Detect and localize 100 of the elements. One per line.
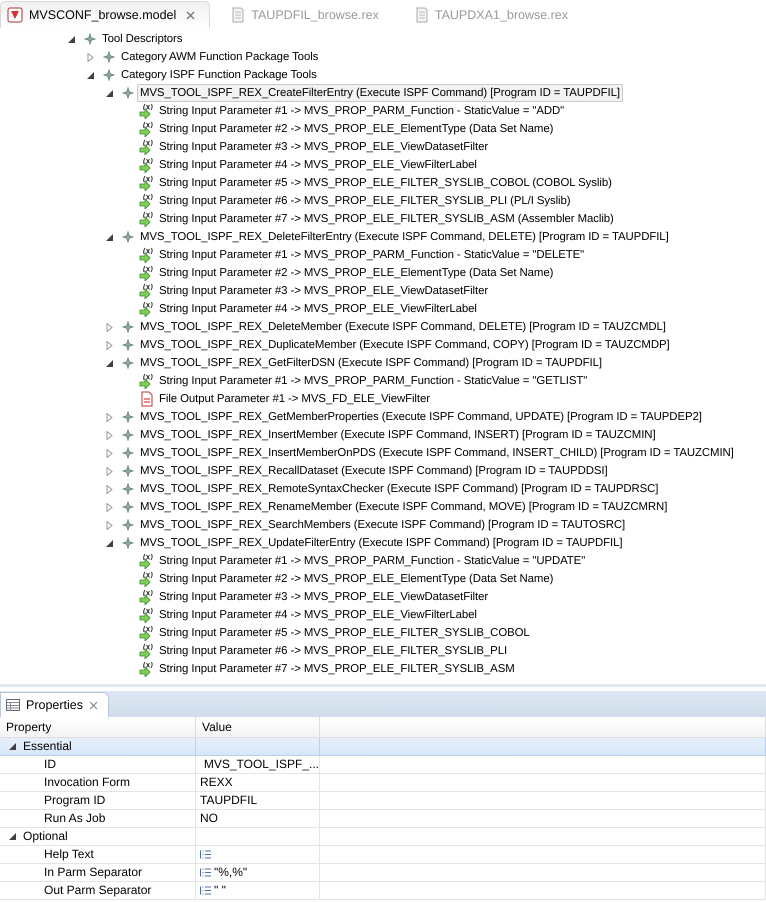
expand-arrow-icon[interactable] [104,340,114,350]
property-name: Out Parm Separator [44,882,152,899]
variable-arrow-icon [138,121,154,137]
diamond-icon [122,447,134,459]
collapse-arrow-icon[interactable] [8,832,17,841]
variable-arrow-icon [138,643,154,659]
diamond-icon [122,465,134,477]
collapse-arrow-icon[interactable] [104,358,114,368]
tree-item[interactable]: MVS_TOOL_ISPF_REX_DuplicateMember (Execute ISPF Command, COPY) [Program ID = TAUZCMDP] [137,336,673,354]
tree-item[interactable]: MVS_TOOL_ISPF_REX_InsertMember (Execute ISPF Command, INSERT) [Program ID = TAUZCMIN] [137,426,659,444]
tree-item[interactable]: MVS_TOOL_ISPF_REX_SearchMembers (Execute ISPF Command) [Program ID = TAUTOSRC] [137,516,628,534]
diamond-icon [122,483,134,495]
diamond-icon [122,357,134,369]
tree-item[interactable]: MVS_TOOL_ISPF_REX_UpdateFilterEntry (Execute ISPF Command) [Program ID = TAUPDFIL] [137,534,626,552]
tree-item[interactable]: MVS_TOOL_ISPF_REX_RenameMember (Execute ISPF Command, MOVE) [Program ID = TAUZCMRN] [137,498,670,516]
diamond-icon [122,537,134,549]
tree-item[interactable]: MVS_TOOL_ISPF_REX_CreateFilterEntry (Execute ISPF Command) [Program ID = TAUPDFIL] [137,84,623,102]
model-file-icon [7,7,23,23]
variable-arrow-icon [138,211,154,227]
variable-arrow-icon [138,103,154,119]
variable-arrow-icon [138,283,154,299]
tree-item[interactable]: String Input Parameter #5 -> MVS_PROP_ELE_FILTER_SYSLIB_COBOL (COBOL Syslib) [156,174,615,192]
diamond-icon [122,339,134,351]
tree-item[interactable]: String Input Parameter #1 -> MVS_PROP_PARM_Function - StaticValue = "GETLIST" [156,372,590,390]
property-value: MVS_TOOL_ISPF_... [204,756,319,773]
tree-item[interactable]: String Input Parameter #1 -> MVS_PROP_PARM_Function - StaticValue = "DELETE" [156,246,588,264]
expand-arrow-icon[interactable] [104,466,114,476]
editor-tab[interactable]: MVSCONF_browse.model [0,1,210,28]
diamond-icon [102,69,114,81]
tree-item[interactable]: MVS_TOOL_ISPF_REX_RecallDataset (Execute ISPF Command) [Program ID = TAUPDDSI] [137,462,611,480]
text-lines-icon [200,868,211,877]
diamond-icon [84,33,96,45]
tree-item[interactable]: File Output Parameter #1 -> MVS_FD_ELE_ViewFilter [156,390,433,408]
tree-item[interactable]: String Input Parameter #2 -> MVS_PROP_ELE_ElementType (Data Set Name) [156,264,556,282]
tree-item[interactable]: MVS_TOOL_ISPF_REX_InsertMemberOnPDS (Execute ISPF Command, INSERT_CHILD) [Program ID = TAUZCMIN] [137,444,737,462]
tree-item[interactable]: MVS_TOOL_ISPF_REX_DeleteFilterEntry (Execute ISPF Command, DELETE) [Program ID = TAUPDFIL] [137,228,672,246]
property-value: "%,%" [214,864,248,881]
close-icon[interactable] [186,10,196,20]
tree-item[interactable]: String Input Parameter #2 -> MVS_PROP_ELE_ElementType (Data Set Name) [156,570,556,588]
collapse-arrow-icon[interactable] [66,34,76,44]
collapse-arrow-icon[interactable] [86,70,94,80]
variable-arrow-icon [138,553,154,569]
tree-item[interactable]: Category AWM Function Package Tools [118,48,322,66]
expand-arrow-icon[interactable] [104,412,114,422]
tree-item[interactable]: String Input Parameter #1 -> MVS_PROP_PARM_Function - StaticValue = "UPDATE" [156,552,588,570]
properties-tab[interactable]: Properties [0,692,109,717]
variable-arrow-icon [138,157,154,173]
tree-item[interactable]: MVS_TOOL_ISPF_REX_DeleteMember (Execute ISPF Command, DELETE) [Program ID = TAUZCMDL] [137,318,669,336]
diamond-icon [122,87,134,99]
tree-item[interactable]: MVS_TOOL_ISPF_REX_GetMemberProperties (Execute ISPF Command, UPDATE) [Program ID = TAUPDEP2] [137,408,705,426]
tree-item[interactable]: String Input Parameter #6 -> MVS_PROP_ELE_FILTER_SYSLIB_PLI [156,642,510,660]
close-icon[interactable] [88,700,98,710]
text-lines-icon [200,850,211,859]
tree-item[interactable]: String Input Parameter #7 -> MVS_PROP_ELE_FILTER_SYSLIB_ASM [156,660,518,678]
expand-arrow-icon[interactable] [104,448,114,458]
tree-item[interactable]: String Input Parameter #3 -> MVS_PROP_ELE_ViewDatasetFilter [156,282,492,300]
tree-item[interactable]: String Input Parameter #4 -> MVS_PROP_ELE_ViewFilterLabel [156,606,480,624]
expand-arrow-icon[interactable] [104,520,114,530]
tree-item[interactable]: String Input Parameter #6 -> MVS_PROP_ELE_FILTER_SYSLIB_PLI (PL/I Syslib) [156,192,574,210]
tree-item[interactable]: String Input Parameter #2 -> MVS_PROP_ELE_ElementType (Data Set Name) [156,120,556,138]
collapse-arrow-icon[interactable] [8,742,17,751]
text-lines-icon [200,886,211,895]
variable-arrow-icon [138,247,154,263]
tree-item[interactable]: String Input Parameter #3 -> MVS_PROP_ELE_ViewDatasetFilter [156,138,492,156]
expand-arrow-icon[interactable] [104,484,114,494]
variable-arrow-icon [138,571,154,587]
diamond-icon [122,501,134,513]
variable-arrow-icon [138,373,154,389]
text-file-icon [231,7,246,23]
collapse-arrow-icon[interactable] [104,88,114,98]
tree-item[interactable]: MVS_TOOL_ISPF_REX_RemoteSyntaxChecker (Execute ISPF Command) [Program ID = TAUPDRSC] [137,480,662,498]
tree-item[interactable]: String Input Parameter #7 -> MVS_PROP_ELE_FILTER_SYSLIB_ASM (Assembler Maclib) [156,210,617,228]
variable-arrow-icon [138,589,154,605]
text-file-icon [414,7,429,23]
property-name: In Parm Separator [44,864,142,881]
tree-item[interactable]: Category ISPF Function Package Tools [118,66,320,84]
diamond-icon [122,429,134,441]
tree-item[interactable]: String Input Parameter #4 -> MVS_PROP_ELE_ViewFilterLabel [156,156,480,174]
tree-item[interactable]: String Input Parameter #5 -> MVS_PROP_ELE_FILTER_SYSLIB_COBOL [156,624,533,642]
property-name: Invocation Form [44,774,130,791]
diamond-icon [122,411,134,423]
tree-item[interactable]: Tool Descriptors [99,30,186,48]
tree-item[interactable]: String Input Parameter #1 -> MVS_PROP_PARM_Function - StaticValue = "ADD" [156,102,568,120]
property-value: TAUPDFIL [200,792,258,809]
property-value: " " [214,882,226,899]
expand-arrow-icon[interactable] [104,322,114,332]
tree-item[interactable]: String Input Parameter #3 -> MVS_PROP_ELE_ViewDatasetFilter [156,588,492,606]
collapse-arrow-icon[interactable] [104,232,114,242]
group-label[interactable]: Optional [23,828,68,845]
column-header: Property [0,717,196,738]
expand-arrow-icon[interactable] [86,52,94,62]
diamond-icon [122,231,134,243]
tree-item[interactable]: MVS_TOOL_ISPF_REX_GetFilterDSN (Execute ISPF Command) [Program ID = TAUPDFIL] [137,354,605,372]
variable-arrow-icon [138,661,154,677]
expand-arrow-icon[interactable] [104,430,114,440]
collapse-arrow-icon[interactable] [104,538,114,548]
variable-arrow-icon [138,607,154,623]
tree-item[interactable]: String Input Parameter #4 -> MVS_PROP_ELE_ViewFilterLabel [156,300,480,318]
expand-arrow-icon[interactable] [104,502,114,512]
variable-arrow-icon [138,193,154,209]
